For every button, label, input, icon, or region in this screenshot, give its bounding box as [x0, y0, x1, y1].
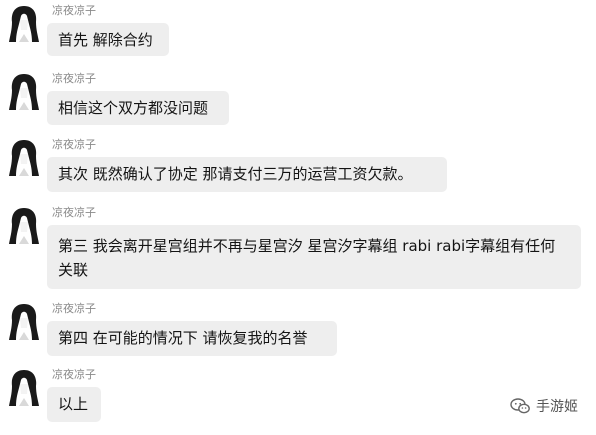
- avatar[interactable]: [6, 206, 42, 246]
- avatar[interactable]: [6, 368, 42, 408]
- sender-name: 凉夜凉子: [52, 4, 96, 17]
- sender-name: 凉夜凉子: [52, 72, 96, 85]
- sender-name: 凉夜凉子: [52, 206, 96, 219]
- message-bubble: 相信这个双方都没问题: [47, 91, 229, 125]
- message-bubble: 第三 我会离开星宫组并不再与星宫汐 星宫汐字幕组 rabi rabi字幕组有任何…: [47, 225, 581, 289]
- watermark-text: 手游姬: [536, 399, 578, 415]
- message-bubble: 第四 在可能的情况下 请恢复我的名誉: [47, 321, 337, 356]
- watermark: 手游姬: [510, 396, 578, 416]
- avatar[interactable]: [6, 4, 42, 44]
- message-bubble: 其次 既然确认了协定 那请支付三万的运营工资欠款。: [47, 157, 447, 192]
- sender-name: 凉夜凉子: [52, 302, 96, 315]
- avatar[interactable]: [6, 138, 42, 178]
- sender-name: 凉夜凉子: [52, 138, 96, 151]
- avatar[interactable]: [6, 302, 42, 342]
- message-bubble: 以上: [47, 387, 101, 422]
- wechat-icon: [510, 398, 530, 414]
- avatar[interactable]: [6, 72, 42, 112]
- message-bubble: 首先 解除合约: [47, 23, 169, 56]
- sender-name: 凉夜凉子: [52, 368, 96, 381]
